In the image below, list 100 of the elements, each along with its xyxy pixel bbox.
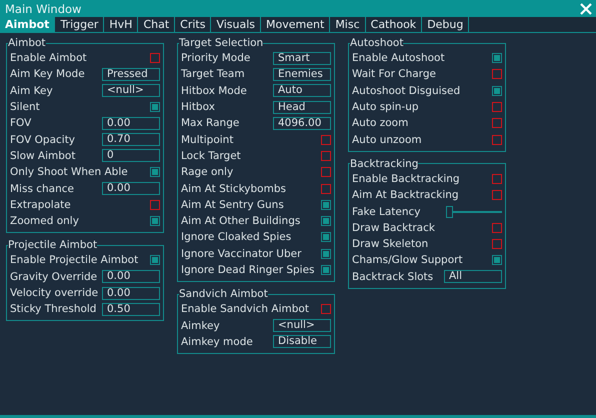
setting-label: Hitbox bbox=[181, 101, 215, 114]
setting-label: Target Team bbox=[181, 68, 245, 80]
setting-label: Auto zoom bbox=[352, 117, 408, 130]
input-field[interactable]: 0.70 bbox=[102, 133, 160, 146]
checkbox[interactable] bbox=[150, 167, 160, 178]
setting-label: Max Range bbox=[181, 117, 240, 130]
checkbox[interactable] bbox=[321, 184, 331, 194]
setting-label: Extrapolate bbox=[10, 198, 71, 211]
setting-label: Aim At Other Buildings bbox=[181, 215, 300, 228]
setting-label: Gravity Override bbox=[10, 270, 98, 283]
input-field[interactable]: 4096.00 bbox=[273, 116, 331, 130]
checkbox[interactable] bbox=[321, 167, 331, 178]
group-title: Projectile Aimbot bbox=[8, 239, 98, 252]
checkbox[interactable] bbox=[150, 102, 160, 112]
checkbox[interactable] bbox=[321, 216, 331, 226]
close-icon[interactable] bbox=[580, 2, 592, 14]
setting-label: Wait For Charge bbox=[352, 68, 436, 80]
input-field[interactable]: Enemies bbox=[273, 68, 331, 81]
checkbox[interactable] bbox=[150, 255, 160, 266]
setting-label: Aim Key bbox=[10, 84, 53, 97]
setting-label: Auto unzoom bbox=[352, 134, 422, 146]
setting-label: Aim Key Mode bbox=[10, 68, 85, 80]
tab[interactable]: Movement bbox=[261, 17, 330, 32]
setting-label: Ignore Cloaked Spies bbox=[181, 231, 292, 244]
setting-label: Priority Mode bbox=[181, 52, 250, 64]
checkbox[interactable] bbox=[321, 200, 331, 210]
setting-label: Multipoint bbox=[181, 134, 234, 146]
setting-label: Aim At Stickybombs bbox=[181, 182, 286, 195]
checkbox[interactable] bbox=[492, 102, 502, 112]
tab[interactable]: Chat bbox=[138, 17, 176, 32]
input-field[interactable]: Pressed bbox=[102, 68, 160, 81]
checkbox[interactable] bbox=[492, 222, 502, 233]
setting-label: Aimkey bbox=[181, 320, 220, 332]
group-title: Sandvich Aimbot bbox=[179, 288, 268, 300]
setting-label: Lock Target bbox=[181, 150, 241, 162]
checkbox[interactable] bbox=[492, 86, 502, 96]
input-field[interactable]: 0.00 bbox=[102, 286, 160, 300]
setting-label: Auto spin-up bbox=[352, 101, 419, 114]
input-field[interactable]: Smart bbox=[273, 52, 331, 65]
checkbox[interactable] bbox=[321, 232, 331, 242]
setting-label: Draw Backtrack bbox=[352, 222, 435, 234]
tab[interactable]: Cathook bbox=[366, 17, 422, 32]
input-field[interactable]: 0 bbox=[102, 149, 160, 162]
input-field[interactable]: 0.50 bbox=[102, 302, 160, 316]
setting-label: Autoshoot Disguised bbox=[352, 84, 460, 97]
setting-label: Silent bbox=[10, 101, 40, 114]
setting-label: FOV Opacity bbox=[10, 134, 76, 146]
setting-label: Miss chance bbox=[10, 182, 74, 195]
setting-label: Slow Aimbot bbox=[10, 150, 76, 162]
tab[interactable]: Trigger bbox=[55, 17, 104, 32]
checkbox[interactable] bbox=[492, 69, 502, 80]
setting-label: Aimkey mode bbox=[181, 336, 253, 348]
tab[interactable]: Visuals bbox=[211, 17, 262, 32]
checkbox[interactable] bbox=[321, 304, 331, 314]
checkbox[interactable] bbox=[492, 255, 502, 266]
checkbox[interactable] bbox=[492, 118, 502, 128]
setting-label: Enable Autoshoot bbox=[352, 52, 445, 64]
setting-label: Sticky Threshold bbox=[10, 303, 96, 316]
checkbox[interactable] bbox=[321, 248, 331, 259]
input-field[interactable]: Disable bbox=[273, 335, 331, 348]
group-title: Target Selection bbox=[179, 37, 264, 49]
input-field[interactable]: All bbox=[444, 270, 502, 284]
slider-thumb[interactable] bbox=[446, 206, 453, 218]
setting-label: Hitbox Mode bbox=[181, 84, 247, 97]
group-title: Aimbot bbox=[8, 37, 46, 49]
tab[interactable]: Aimbot bbox=[0, 17, 56, 32]
setting-label: Chams/Glow Support bbox=[352, 254, 463, 266]
setting-label: Enable Sandvich Aimbot bbox=[181, 303, 309, 316]
checkbox[interactable] bbox=[492, 134, 502, 145]
tab[interactable]: HvH bbox=[104, 17, 138, 32]
input-field[interactable]: <null> bbox=[273, 319, 331, 332]
tab[interactable]: Crits bbox=[175, 17, 212, 32]
checkbox[interactable] bbox=[150, 200, 160, 210]
setting-label: Enable Aimbot bbox=[10, 52, 87, 64]
setting-label: Rage only bbox=[181, 166, 234, 178]
input-field[interactable]: <null> bbox=[102, 84, 160, 98]
group-title: Backtracking bbox=[350, 158, 418, 170]
tab[interactable]: Debug bbox=[422, 17, 470, 32]
input-field[interactable]: 0.00 bbox=[102, 182, 160, 196]
input-field[interactable]: Head bbox=[273, 100, 331, 114]
setting-label: Draw Skeleton bbox=[352, 238, 428, 250]
checkbox[interactable] bbox=[321, 134, 331, 145]
setting-label: Zoomed only bbox=[10, 215, 79, 228]
checkbox[interactable] bbox=[492, 190, 502, 200]
checkbox[interactable] bbox=[321, 265, 331, 275]
checkbox[interactable] bbox=[492, 53, 502, 64]
setting-label: Ignore Vaccinator Uber bbox=[181, 248, 302, 260]
input-field[interactable]: 0.00 bbox=[102, 270, 160, 284]
setting-label: FOV bbox=[10, 117, 32, 130]
input-field[interactable]: Auto bbox=[273, 84, 331, 98]
checkbox[interactable] bbox=[492, 174, 502, 184]
checkbox[interactable] bbox=[150, 53, 160, 64]
checkbox[interactable] bbox=[321, 150, 331, 161]
setting-label: Enable Backtracking bbox=[352, 172, 460, 185]
checkbox[interactable] bbox=[492, 239, 502, 250]
input-field[interactable]: 0.00 bbox=[102, 116, 160, 130]
setting-label: Fake Latency bbox=[352, 206, 421, 218]
checkbox[interactable] bbox=[150, 216, 160, 226]
setting-label: Aim At Sentry Guns bbox=[181, 198, 284, 211]
tab[interactable]: Misc bbox=[330, 17, 366, 32]
